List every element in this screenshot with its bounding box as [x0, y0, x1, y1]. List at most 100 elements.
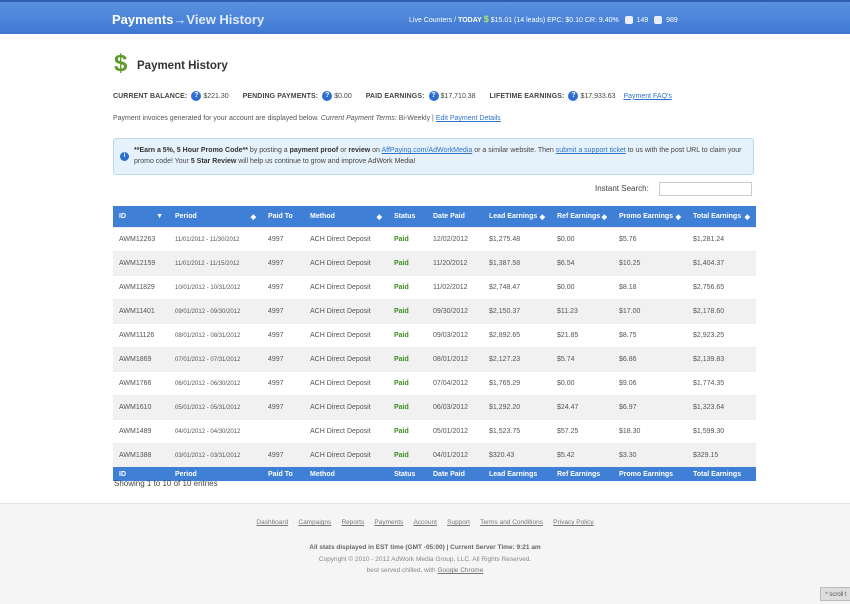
promo-text-part: or a similar website. Then [472, 147, 556, 154]
column-header-label: Date Paid [433, 213, 465, 220]
cell-period: 07/01/2012 - 07/31/2012 [169, 347, 262, 372]
column-header-label: Period [175, 212, 197, 220]
help-icon[interactable]: ? [191, 91, 202, 101]
column-header-label: Lead Earnings [489, 212, 538, 220]
footer-link-terms-and-conditions[interactable]: Terms and Conditions [480, 519, 543, 526]
cell-ref-earnings: $0.00 [551, 371, 613, 396]
cell-date-paid: 08/01/2012 [427, 347, 483, 372]
cell-status: Paid [388, 275, 427, 300]
footer-link-account[interactable]: Account [413, 519, 437, 526]
footer-link-dashboard[interactable]: Dashboard [256, 519, 288, 526]
column-header-promo-earnings[interactable]: Promo Earnings ◆ [613, 206, 687, 228]
table-row[interactable]: AWM12263 11/01/2012 - 11/30/2012 4997 ACH D… [113, 227, 756, 252]
cell-status: Paid [388, 299, 427, 324]
promo-text-bold: review [348, 147, 371, 154]
today-label: TODAY [458, 17, 482, 24]
column-header-id[interactable]: ID ▼ [113, 206, 169, 228]
column-header-ref-earnings[interactable]: Ref Earnings ◆ [551, 206, 613, 228]
cell-method: ACH Direct Deposit [304, 275, 388, 300]
cell-period: 03/01/2012 - 03/31/2012 [169, 443, 262, 467]
cell-period: 04/01/2012 - 04/30/2012 [169, 419, 262, 444]
payment-terms-value: Bi-Weekly | [398, 115, 436, 122]
payment-faq-link[interactable]: Payment FAQ's [623, 93, 671, 100]
column-header-method[interactable]: Method ◆ [304, 206, 388, 228]
cell-ref-earnings: $21.85 [551, 323, 613, 348]
cell-period: 06/01/2012 - 06/30/2012 [169, 371, 262, 396]
table-row[interactable]: AWM11829 10/01/2012 - 10/31/2012 4997 ACH D… [113, 275, 756, 300]
payment-terms-label: Current Payment Terms: [320, 115, 399, 122]
cell-status: Paid [388, 227, 427, 252]
column-header-label: Total Earnings [693, 212, 742, 220]
footer-separator: · [546, 519, 550, 526]
footer-link-privacy-policy[interactable]: Privacy Policy [553, 519, 593, 526]
info-icon: i [120, 152, 129, 161]
mouse-icon [624, 16, 633, 25]
cell-method: ACH Direct Deposit [304, 347, 388, 372]
table-info: Showing 1 to 10 of 10 entries [114, 479, 218, 488]
table-row[interactable]: AWM11126 08/01/2012 - 08/31/2012 4997 ACH D… [113, 323, 756, 348]
table-row[interactable]: AWM12159 11/01/2012 - 11/15/2012 4997 ACH D… [113, 251, 756, 276]
footer-separator: · [335, 519, 338, 526]
cell-ref-earnings: $11.23 [551, 299, 613, 324]
table-row[interactable]: AWM1610 05/01/2012 - 05/31/2012 4997 ACH Di… [113, 395, 756, 420]
column-header-paid-to[interactable]: Paid To [262, 206, 304, 228]
cell-lead-earnings: $1,387.58 [483, 251, 551, 276]
scroll-to-top-button[interactable]: * scroll t [820, 587, 850, 601]
cell-date-paid: 09/30/2012 [427, 299, 483, 324]
footer-separator: · [473, 519, 477, 526]
cell-ref-earnings: $5.42 [551, 443, 613, 467]
table-row[interactable]: AWM11401 09/01/2012 - 09/30/2012 4997 ACH D… [113, 299, 756, 324]
footer-link-support[interactable]: Support [447, 519, 470, 526]
earnings-summary: CURRENT BALANCE:? $221.30 PENDING PAYMENT… [113, 91, 672, 101]
footer-copyright: Copyright © 2010 - 2012 AdWork Media Gro… [318, 556, 532, 563]
cell-lead-earnings: $2,150.37 [483, 299, 551, 324]
table-row[interactable]: AWM1766 06/01/2012 - 06/30/2012 4997 ACH Di… [113, 371, 756, 396]
column-footer-paid-to: Paid To [262, 467, 304, 481]
help-icon[interactable]: ? [428, 91, 439, 101]
help-icon[interactable]: ? [568, 91, 579, 101]
column-header-period[interactable]: Period ◆ [169, 206, 262, 228]
table-row[interactable]: AWM1388 03/01/2012 - 03/31/2012 4997 ACH Di… [113, 443, 756, 467]
cell-ref-earnings: $0.00 [551, 227, 613, 252]
footer-separator: · [407, 519, 410, 526]
column-footer-total-earnings: Total Earnings [687, 467, 756, 481]
support-ticket-link[interactable]: submit a support ticket [556, 147, 626, 154]
table-header-row: ID ▼ Period ◆ Paid To Method ◆ Status Date … [113, 206, 756, 228]
footer-separator: · [368, 519, 371, 526]
promo-text-bold: payment proof [289, 147, 339, 154]
instant-search-input[interactable] [659, 182, 752, 196]
cell-total-earnings: $1,281.24 [687, 227, 756, 252]
footer-link-payments[interactable]: Payments [374, 519, 403, 526]
cell-lead-earnings: $1,275.48 [483, 227, 551, 252]
cell-id: AWM1610 [113, 395, 169, 420]
cell-promo-earnings: $6.86 [613, 347, 687, 372]
edit-payment-details-link[interactable]: Edit Payment Details [436, 115, 501, 122]
table-row[interactable]: AWM1489 04/01/2012 - 04/30/2012 ACH Direct… [113, 419, 756, 444]
column-footer-status: Status [388, 467, 427, 481]
column-footer-lead-earnings: Lead Earnings [483, 467, 551, 481]
sort-icon: ◆ [744, 213, 750, 221]
footer-link-campaigns[interactable]: Campaigns [298, 519, 331, 526]
cell-paid-to: 4997 [262, 323, 304, 348]
cell-ref-earnings: $6.54 [551, 251, 613, 276]
column-header-total-earnings[interactable]: Total Earnings ◆ [687, 206, 756, 228]
footer-links: Dashboard · Campaigns · Reports · Payments · Acc… [0, 519, 850, 526]
footer-browser: best served chilled, with Google Chrome [0, 567, 850, 574]
cell-promo-earnings: $18.30 [613, 419, 687, 444]
footer-browser-text: best served chilled, with [366, 567, 438, 574]
sort-icon: ◆ [250, 213, 256, 221]
cell-status: Paid [388, 443, 427, 467]
google-chrome-link[interactable]: Google Chrome [437, 567, 483, 574]
breadcrumb-payments[interactable]: Payments [112, 12, 173, 27]
cell-method: ACH Direct Deposit [304, 323, 388, 348]
cell-ref-earnings: $24.47 [551, 395, 613, 420]
footer-link-reports[interactable]: Reports [341, 519, 364, 526]
affpaying-link[interactable]: AffPaying.com/AdWorkMedia [381, 147, 472, 154]
help-icon[interactable]: ? [322, 91, 333, 101]
column-header-date-paid[interactable]: Date Paid [427, 206, 483, 228]
cell-lead-earnings: $2,892.65 [483, 323, 551, 348]
current-balance-label: CURRENT BALANCE: [113, 92, 188, 100]
column-header-lead-earnings[interactable]: Lead Earnings ◆ [483, 206, 551, 228]
column-header-status[interactable]: Status [388, 206, 427, 228]
table-row[interactable]: AWM1869 07/01/2012 - 07/31/2012 4997 ACH Di… [113, 347, 756, 372]
